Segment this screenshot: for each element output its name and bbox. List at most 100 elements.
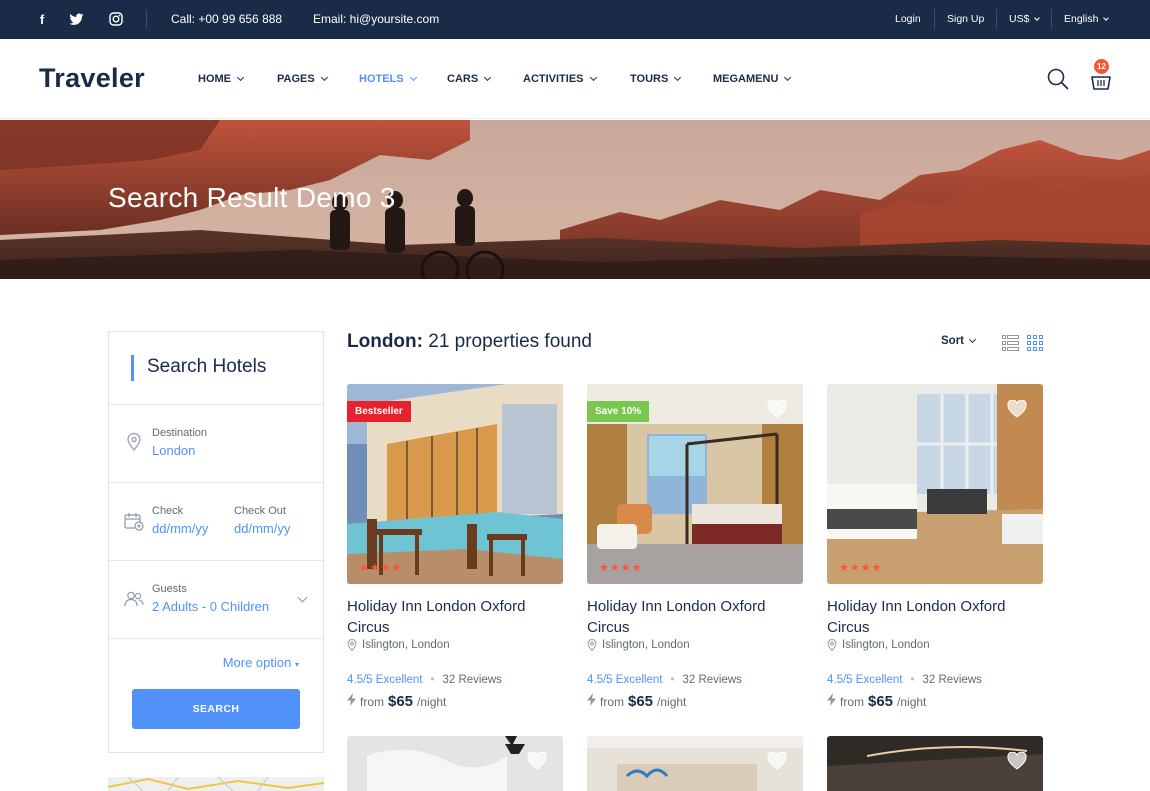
heart-icon[interactable] — [1007, 400, 1027, 418]
language-label: English — [1064, 13, 1099, 25]
nav-label: ACTIVITIES — [523, 73, 584, 85]
divider — [996, 9, 997, 29]
more-option-link[interactable]: More option ▾ — [223, 655, 299, 670]
rating-score: 4.5/5 Excellent — [827, 674, 903, 686]
nav-activities[interactable]: ACTIVITIES — [523, 73, 597, 85]
hotel-price: from $65 /night — [827, 693, 926, 710]
language-dropdown[interactable]: English — [1064, 13, 1110, 25]
hotel-name[interactable]: Holiday Inn London Oxford Circus — [827, 596, 1043, 638]
hotel-image[interactable] — [827, 736, 1043, 791]
hotel-card[interactable]: Save 10% ★★★★ Holiday Inn London Oxford … — [587, 384, 803, 710]
price-value: $65 — [628, 693, 654, 710]
nav-label: HOTELS — [359, 73, 404, 85]
nav-tours[interactable]: TOURS — [630, 73, 682, 85]
checkin-value[interactable]: dd/mm/yy — [152, 521, 208, 536]
top-bar: f Call: +00 99 656 888 Email: hi@yoursit… — [0, 0, 1150, 39]
twitter-icon[interactable] — [68, 11, 84, 27]
page-title: Search Result Demo 3 — [108, 182, 396, 213]
nav-label: MEGAMENU — [713, 73, 779, 85]
hotel-price: from $65 /night — [347, 693, 446, 710]
lightning-icon — [347, 693, 356, 706]
cart-icon[interactable] — [1090, 71, 1112, 91]
nav-label: CARS — [447, 73, 479, 85]
hotel-rating: 4.5/5 Excellent • 32 Reviews — [347, 674, 502, 686]
review-count: 32 Reviews — [442, 674, 502, 686]
grid-view-icon[interactable] — [1027, 335, 1043, 351]
heart-icon[interactable] — [767, 400, 787, 418]
heart-icon[interactable] — [767, 752, 787, 770]
search-icon[interactable] — [1047, 68, 1069, 90]
discount-badge: Save 10% — [587, 401, 650, 422]
site-logo[interactable]: Traveler — [39, 63, 145, 94]
price-value: $65 — [388, 693, 414, 710]
review-count: 32 Reviews — [922, 674, 982, 686]
currency-dropdown[interactable]: US$ — [1009, 13, 1041, 25]
nav-cars[interactable]: CARS — [447, 73, 492, 85]
instagram-icon[interactable] — [108, 11, 124, 27]
chevron-down-icon — [1034, 14, 1041, 21]
hotel-location: Islington, London — [347, 639, 450, 651]
nav-home[interactable]: HOME — [198, 73, 245, 85]
destination-label: Destination — [152, 427, 208, 439]
destination-value: London — [152, 443, 196, 458]
login-link[interactable]: Login — [895, 13, 921, 25]
nav-label: HOME — [198, 73, 231, 85]
star-rating: ★★★★ — [839, 562, 883, 574]
hotel-image[interactable]: Save 10% ★★★★ — [587, 384, 803, 584]
hotel-image[interactable]: ★★★★ — [827, 384, 1043, 584]
accent-bar — [131, 355, 134, 381]
chevron-down-icon — [320, 73, 328, 82]
facebook-icon[interactable]: f — [34, 11, 50, 27]
hotel-card[interactable]: ★★★★ Holiday Inn London Oxford Circus Is… — [827, 384, 1043, 710]
search-button[interactable]: SEARCH — [132, 689, 300, 729]
nav-megamenu[interactable]: MEGAMENU — [713, 73, 792, 85]
more-option-label: More option — [222, 655, 292, 670]
star-rating: ★★★★ — [359, 562, 403, 574]
heart-icon[interactable] — [527, 752, 547, 770]
price-unit: /night — [897, 695, 927, 709]
guests-value: 2 Adults - 0 Children — [152, 599, 270, 614]
checkout-value[interactable]: dd/mm/yy — [234, 521, 290, 536]
main-header: Traveler HOME PAGES HOTELS CARS ACTIVITI… — [0, 39, 1150, 119]
review-count: 32 Reviews — [682, 674, 742, 686]
sidebar-header: Search Hotels — [109, 332, 323, 405]
hotel-card[interactable]: Bestseller ★★★★ Holiday Inn London Oxfor… — [347, 384, 563, 710]
map-preview[interactable] — [108, 777, 324, 791]
signup-link[interactable]: Sign Up — [947, 13, 984, 25]
chevron-down-icon[interactable] — [297, 592, 308, 603]
hotel-name[interactable]: Holiday Inn London Oxford Circus — [347, 596, 563, 638]
heart-icon[interactable] — [1007, 752, 1027, 770]
price-from: from — [600, 695, 624, 709]
location-pin-icon — [827, 639, 837, 651]
hotel-rating: 4.5/5 Excellent • 32 Reviews — [587, 674, 742, 686]
results-city: London: — [347, 331, 423, 352]
guests-field[interactable]: Guests 2 Adults - 0 Children — [109, 561, 323, 639]
location-pin-icon — [347, 639, 357, 651]
price-from: from — [840, 695, 864, 709]
location-text: Islington, London — [362, 639, 450, 651]
list-view-icon[interactable] — [1002, 335, 1019, 351]
hotel-image[interactable] — [587, 736, 803, 791]
hotel-price: from $65 /night — [587, 693, 686, 710]
contact-phone: Call: +00 99 656 888 — [171, 12, 283, 26]
destination-field[interactable]: Destination London — [109, 405, 323, 483]
divider — [146, 10, 147, 29]
divider — [1051, 9, 1052, 29]
nav-pages[interactable]: PAGES — [277, 73, 328, 85]
chevron-down-icon — [589, 73, 597, 82]
checkin-label: Check — [152, 505, 184, 517]
date-field[interactable]: Check dd/mm/yy Check Out dd/mm/yy — [109, 483, 323, 561]
lightning-icon — [587, 693, 596, 706]
hotel-image[interactable] — [347, 736, 563, 791]
chevron-down-icon — [674, 73, 682, 82]
hotel-rating: 4.5/5 Excellent • 32 Reviews — [827, 674, 982, 686]
nav-hotels[interactable]: HOTELS — [359, 73, 417, 85]
dot-separator: • — [670, 674, 675, 686]
location-pin-icon — [127, 433, 141, 451]
hotel-location: Islington, London — [587, 639, 690, 651]
sort-dropdown[interactable]: Sort — [941, 335, 977, 347]
bestseller-badge: Bestseller — [347, 401, 411, 422]
price-from: from — [360, 695, 384, 709]
hotel-image[interactable]: Bestseller ★★★★ — [347, 384, 563, 584]
hotel-name[interactable]: Holiday Inn London Oxford Circus — [587, 596, 803, 638]
